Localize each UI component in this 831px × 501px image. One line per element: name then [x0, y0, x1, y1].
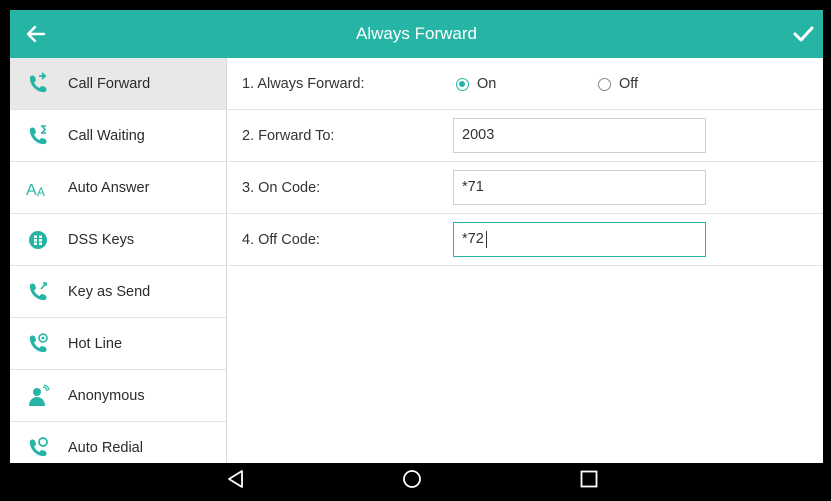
sidebar-item-key-as-send[interactable]: Key as Send — [10, 266, 226, 318]
forward-to-label: 2. Forward To: — [242, 128, 335, 144]
sidebar-item-call-waiting[interactable]: Call Waiting — [10, 110, 226, 162]
call-forward-icon — [26, 72, 50, 96]
sidebar-item-anonymous[interactable]: Anonymous — [10, 370, 226, 422]
sidebar-item-label: Hot Line — [68, 336, 123, 352]
sidebar-item-label: Auto Answer — [68, 180, 150, 196]
call-waiting-icon — [26, 124, 50, 148]
radio-on-label: On — [477, 76, 497, 92]
sidebar-item-label: Key as Send — [68, 284, 151, 300]
on-code-row: 3. On Code: *71 — [228, 162, 823, 214]
recents-square-icon[interactable] — [578, 468, 600, 490]
svg-text:A: A — [26, 182, 37, 199]
sidebar-item-call-forward[interactable]: Call Forward — [10, 58, 226, 110]
sidebar-item-auto-redial[interactable]: Auto Redial — [10, 422, 226, 463]
radio-checked-icon — [456, 77, 469, 91]
sidebar-item-auto-answer[interactable]: A A Auto Answer — [10, 162, 226, 214]
on-code-input[interactable]: *71 — [453, 170, 706, 205]
always-forward-off-radio[interactable]: Off — [598, 75, 638, 93]
always-forward-row: 1. Always Forward: On Off — [228, 58, 823, 110]
forward-to-row: 2. Forward To: 2003 — [228, 110, 823, 162]
sidebar-item-label: DSS Keys — [68, 232, 135, 248]
off-code-label: 4. Off Code: — [242, 232, 320, 248]
auto-redial-icon — [26, 436, 50, 460]
off-code-input[interactable]: *72 — [453, 222, 706, 257]
svg-text:A: A — [37, 185, 45, 199]
radio-off-label: Off — [619, 76, 639, 92]
system-nav-bar — [10, 463, 823, 495]
dss-keys-icon — [26, 228, 50, 252]
sidebar-item-label: Call Forward — [68, 76, 151, 92]
sidebar-item-hot-line[interactable]: Hot Line — [10, 318, 226, 370]
check-icon[interactable] — [789, 20, 817, 48]
on-code-label: 3. On Code: — [242, 180, 321, 196]
forward-to-input[interactable]: 2003 — [453, 118, 706, 153]
auto-answer-icon: A A — [26, 176, 50, 200]
settings-form: 1. Always Forward: On Off 2. Forward To:… — [228, 58, 823, 463]
sidebar-item-label: Auto Redial — [68, 440, 143, 456]
page-title: Always Forward — [356, 24, 477, 43]
always-forward-on-radio[interactable]: On — [456, 75, 496, 93]
home-circle-icon[interactable] — [401, 468, 423, 490]
sidebar-item-label: Anonymous — [68, 388, 145, 404]
hot-line-icon — [26, 332, 50, 356]
radio-unchecked-icon — [598, 77, 611, 91]
off-code-row: 4. Off Code: *72 — [228, 214, 823, 266]
anonymous-icon — [26, 384, 50, 408]
phone-screen: Always Forward Call Forward Call Waiting… — [10, 10, 823, 495]
title-bar: Always Forward — [10, 10, 823, 58]
always-forward-label: 1. Always Forward: — [242, 76, 365, 92]
sidebar: Call Forward Call Waiting A A Auto Answe… — [10, 58, 227, 463]
sidebar-item-label: Call Waiting — [68, 128, 145, 144]
key-as-send-icon — [26, 280, 50, 304]
sidebar-item-dss-keys[interactable]: DSS Keys — [10, 214, 226, 266]
off-code-value: *72 — [462, 231, 484, 247]
back-triangle-icon[interactable] — [225, 468, 247, 490]
text-caret — [486, 231, 487, 248]
